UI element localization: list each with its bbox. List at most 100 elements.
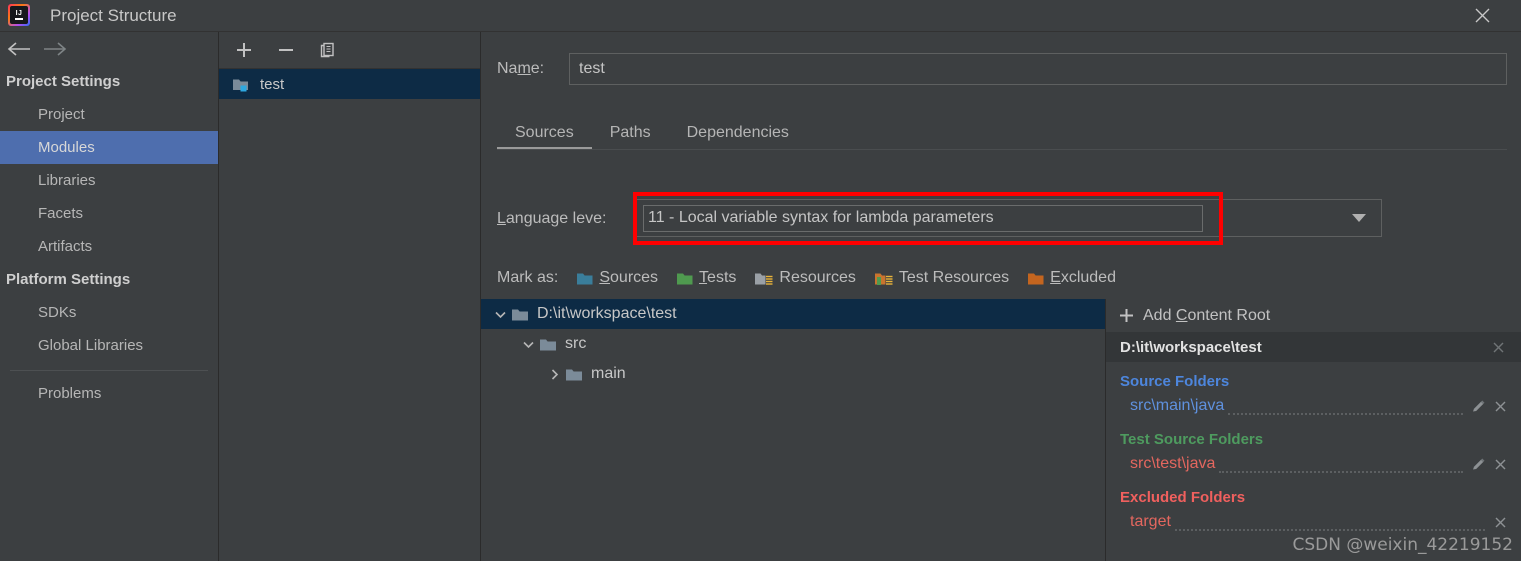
close-icon [1493, 342, 1503, 352]
sidebar-item-artifacts[interactable]: Artifacts [0, 230, 218, 263]
sources-folder-icon [577, 273, 593, 284]
content-root-detail-panel: Add Content Root D:\it\workspace\test So… [1105, 299, 1521, 561]
test-source-folder-path: src\test\java [1130, 455, 1216, 472]
close-icon [1475, 8, 1489, 23]
close-button[interactable] [1459, 0, 1505, 31]
section-title-excluded-folders: Excluded Folders [1120, 489, 1246, 506]
close-icon [1495, 401, 1505, 411]
edit-test-source-folder-button[interactable] [1467, 453, 1489, 475]
close-icon [1495, 459, 1505, 469]
close-icon [1495, 517, 1505, 527]
pencil-icon [1472, 458, 1484, 469]
tab-paths[interactable]: Paths [592, 124, 669, 150]
language-level-dropdown-arrow[interactable] [1337, 200, 1381, 236]
tab-sources[interactable]: Sources [497, 124, 592, 150]
name-row: Name: [497, 52, 1507, 86]
name-input[interactable] [569, 53, 1507, 85]
sidebar-item-libraries[interactable]: Libraries [0, 164, 218, 197]
leader-dots [1228, 400, 1463, 415]
leader-dots [1174, 516, 1485, 531]
mark-as-sources-button[interactable]: Sources [576, 269, 658, 287]
add-content-root-button[interactable]: Add Content Root [1106, 299, 1521, 332]
tests-folder-icon [677, 273, 693, 284]
content-root-path: D:\it\workspace\test [1120, 338, 1262, 356]
mark-as-test-resources-button[interactable]: Test Resources [874, 269, 1009, 287]
mark-as-resources-label: Resources [779, 269, 856, 286]
module-folder-icon [233, 79, 248, 92]
back-button[interactable] [2, 37, 36, 61]
tree-row[interactable]: D:\it\workspace\test [481, 299, 1106, 329]
chevron-down-icon[interactable] [517, 338, 539, 351]
forward-button[interactable] [38, 37, 72, 61]
tree-row-label: D:\it\workspace\test [537, 305, 677, 322]
chevron-right-icon[interactable] [543, 368, 565, 381]
mark-as-excluded-label: Excluded [1050, 269, 1116, 286]
copy-icon [320, 42, 334, 58]
module-toolbar [219, 32, 480, 68]
mark-as-sources-label: Sources [599, 269, 659, 286]
remove-content-root-button[interactable] [1487, 336, 1509, 358]
watermark: CSDN @weixin_42219152 [1292, 535, 1513, 555]
tab-dependencies[interactable]: Dependencies [669, 124, 807, 150]
sidebar-item-global-libraries[interactable]: Global Libraries [0, 329, 218, 362]
source-folder-path: src\main\java [1130, 397, 1225, 414]
module-list-item-test[interactable]: test [219, 69, 480, 99]
intellij-logo-icon: IJ [8, 4, 30, 26]
language-level-combobox[interactable]: 11 - Local variable syntax for lambda pa… [634, 199, 1382, 237]
mark-as-row: Mark as: Sources Tests Resources Test Re… [497, 264, 1507, 292]
arrow-left-icon [7, 42, 30, 56]
section-title-source-folders: Source Folders [1120, 373, 1230, 390]
mark-as-excluded-button[interactable]: Excluded [1027, 269, 1116, 287]
remove-source-folder-button[interactable] [1489, 395, 1511, 417]
module-editor-panel: Name: Sources Paths Dependencies Languag… [481, 32, 1521, 561]
remove-excluded-folder-button[interactable] [1489, 511, 1511, 533]
test-resources-folder-icon [874, 273, 893, 285]
name-label: Name: [497, 60, 545, 77]
arrow-right-icon [44, 42, 67, 56]
module-list-item-label: test [260, 75, 285, 93]
mark-as-label: Mark as: [497, 269, 559, 286]
mark-as-resources-button[interactable]: Resources [754, 269, 856, 287]
module-list-panel: test [219, 32, 480, 561]
minus-icon [279, 49, 293, 51]
excluded-folder-path: target [1130, 513, 1171, 530]
sidebar-item-problems[interactable]: Problems [0, 377, 218, 410]
sidebar-group-platform-settings: Platform Settings [6, 271, 131, 288]
sidebar-item-modules[interactable]: Modules [0, 131, 218, 164]
test-source-folder-row[interactable]: src\test\java [1106, 450, 1521, 478]
title-bar: IJ Project Structure [0, 0, 1521, 31]
resources-folder-icon [755, 273, 774, 285]
add-module-button[interactable] [231, 37, 257, 63]
language-level-row: Language leve: 11 - Local variable synta… [497, 192, 1507, 245]
remove-module-button[interactable] [273, 37, 299, 63]
sidebar-item-sdks[interactable]: SDKs [0, 296, 218, 329]
content-root-tree: D:\it\workspace\test src main [481, 299, 1106, 561]
mark-as-test-resources-label: Test Resources [898, 269, 1010, 286]
plus-icon [1120, 309, 1133, 322]
source-folder-row[interactable]: src\main\java [1106, 392, 1521, 420]
excluded-folder-row[interactable]: target [1106, 508, 1521, 536]
tree-row[interactable]: src [481, 329, 1106, 359]
folder-icon [565, 367, 584, 382]
section-title-test-source-folders: Test Source Folders [1120, 431, 1264, 448]
language-level-focus-ring [643, 205, 1203, 232]
remove-test-source-folder-button[interactable] [1489, 453, 1511, 475]
tabs-divider [497, 149, 1507, 150]
copy-module-button[interactable] [315, 37, 341, 63]
editor-tabs: Sources Paths Dependencies [497, 112, 1507, 150]
chevron-down-icon[interactable] [489, 308, 511, 321]
excluded-folder-icon [1028, 273, 1044, 284]
tree-row[interactable]: main [481, 359, 1106, 389]
sidebar-item-project[interactable]: Project [0, 98, 218, 131]
folder-icon [511, 307, 530, 322]
language-level-label: Language leve: [497, 210, 607, 227]
folder-icon [539, 337, 558, 352]
edit-source-folder-button[interactable] [1467, 395, 1489, 417]
logo-text: IJ [15, 10, 23, 17]
plus-icon [237, 43, 251, 57]
content-root-header: D:\it\workspace\test [1106, 332, 1521, 362]
project-structure-dialog: IJ Project Structure Project Settings Pr… [0, 0, 1521, 561]
mark-as-tests-button[interactable]: Tests [676, 269, 736, 287]
sidebar-item-facets[interactable]: Facets [0, 197, 218, 230]
chevron-down-icon [1352, 214, 1366, 222]
